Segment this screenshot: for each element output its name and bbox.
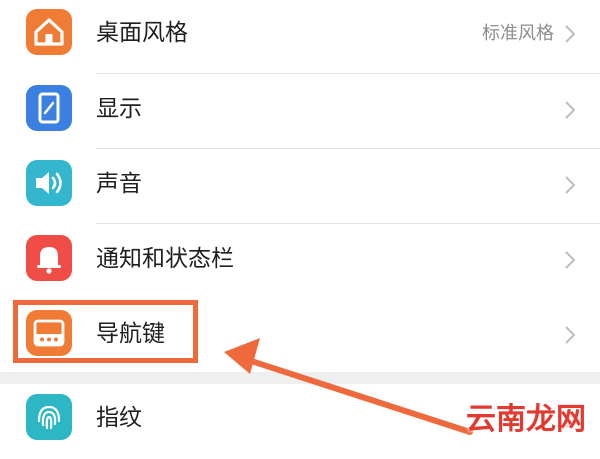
settings-item-label: 显示	[96, 96, 142, 122]
home-icon	[26, 9, 72, 55]
bell-icon	[26, 235, 72, 281]
settings-item-label: 通知和状态栏	[96, 246, 234, 272]
fingerprint-icon	[26, 394, 72, 440]
chevron-right-icon	[560, 324, 580, 346]
chevron-right-icon	[560, 99, 580, 121]
chevron-right-icon	[560, 174, 580, 196]
watermark-text: 云南龙网	[466, 402, 586, 437]
settings-item-sound[interactable]: 声音	[0, 149, 600, 224]
highlight-box	[13, 300, 198, 363]
settings-item-label: 声音	[96, 171, 142, 197]
settings-item-display[interactable]: 显示	[0, 74, 600, 149]
settings-screen: 桌面风格 标准风格 显示 声音 通知和状态栏 导航键 指纹 云南龙网	[0, 0, 600, 459]
section-separator	[0, 372, 600, 384]
settings-item-desktop-style[interactable]: 桌面风格 标准风格	[0, 0, 600, 73]
chevron-right-icon	[560, 249, 580, 271]
speaker-icon	[26, 160, 72, 206]
chevron-right-icon	[560, 23, 580, 45]
settings-item-label: 桌面风格	[96, 20, 188, 46]
settings-item-label: 指纹	[96, 405, 142, 431]
settings-item-notifications[interactable]: 通知和状态栏	[0, 224, 600, 299]
settings-item-value: 标准风格	[482, 23, 554, 44]
phone-display-icon	[26, 85, 72, 131]
